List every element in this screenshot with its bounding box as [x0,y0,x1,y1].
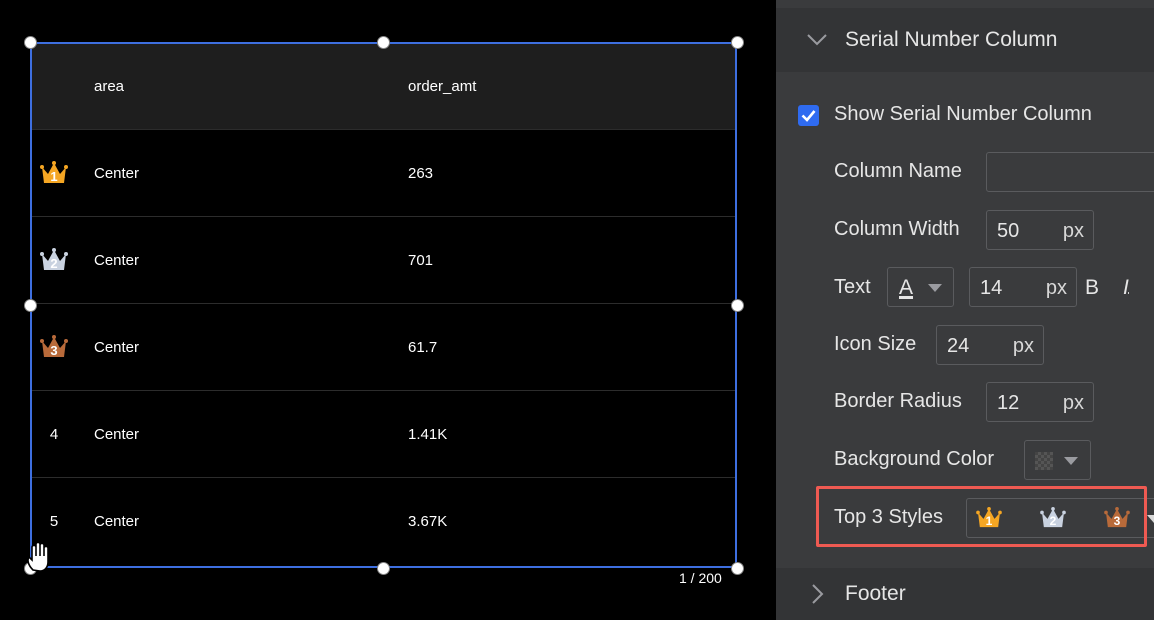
amount-cell: 263 [408,164,434,182]
header-area[interactable]: area [94,44,124,129]
icon-size-input[interactable]: 24 px [936,325,1044,365]
serial-number: 5 [49,513,59,530]
amount-cell: 61.7 [408,338,438,356]
highlight-annotation [816,486,1147,547]
section-title: Footer [845,582,906,605]
area-cell: Center [94,251,140,269]
table-row: 5 Center 3.67K [32,478,735,565]
checkmark-icon [801,110,816,122]
settings-panel: Serial Number Column Show Serial Number … [776,0,1154,620]
text-color-picker[interactable]: A [887,267,954,307]
show-serial-label[interactable]: Show Serial Number Column [834,103,1092,126]
resize-handle-bottom[interactable] [377,562,390,575]
table-header: area order_amt [32,44,735,130]
dropdown-arrow-icon [1147,515,1154,523]
chevron-down-icon [807,34,827,46]
header-order-amt[interactable]: order_amt [408,44,476,129]
gold-crown-icon: 1 [40,161,68,185]
show-serial-checkbox[interactable] [798,105,819,126]
border-radius-input[interactable]: 12 px [986,382,1094,422]
text-label: Text [834,276,871,298]
italic-button[interactable]: I [1123,276,1129,300]
amount-cell: 1.41K [408,425,448,443]
text-color-icon: A [899,276,914,299]
footer-section-header[interactable]: Footer [776,568,1154,620]
column-width-value: 50 [997,220,1020,242]
pagination-indicator[interactable]: 1 / 200 [679,570,722,586]
area-cell: Center [94,338,140,356]
section-title: Serial Number Column [845,28,1058,51]
area-cell: Center [94,164,140,182]
silver-crown-icon: 2 [40,248,68,272]
transparent-swatch-icon [1035,452,1053,470]
area-cell: Center [94,425,140,443]
resize-handle-top-right[interactable] [731,36,744,49]
table-row: 4 Center 1.41K [32,391,735,478]
table-row: 3 Center 61.7 [32,304,735,391]
column-width-label: Column Width [834,218,960,240]
bronze-crown-icon: 3 [40,335,68,359]
table-row: 2 Center 701 [32,217,735,304]
serial-cell: 1 [32,130,76,216]
serial-number: 4 [49,425,59,443]
rank-number: 1 [50,169,58,184]
rank-number: 3 [50,343,58,358]
resize-handle-bottom-right[interactable] [731,562,744,575]
resize-handle-top-left[interactable] [24,36,37,49]
background-color-picker[interactable] [1024,440,1091,480]
dropdown-arrow-icon [1064,457,1078,465]
border-radius-value: 12 [997,392,1020,414]
text-size-unit: px [1045,277,1067,299]
column-name-input[interactable] [986,152,1154,192]
serial-section-header[interactable]: Serial Number Column [776,8,1154,72]
table-widget[interactable]: area order_amt 1 Center 263 2 Center 701 [30,42,737,568]
table-row: 1 Center 263 [32,130,735,217]
amount-cell: 3.67K [408,513,448,530]
resize-handle-right[interactable] [731,299,744,312]
serial-cell: 3 [32,304,76,390]
area-cell: Center [94,513,140,530]
hand-cursor-icon [24,540,60,579]
icon-size-value: 24 [947,335,970,357]
icon-size-unit: px [1012,335,1034,357]
icon-size-label: Icon Size [834,333,917,355]
panel-top-strip [776,0,1154,8]
bold-button[interactable]: B [1085,276,1099,300]
dropdown-arrow-icon [928,284,942,292]
border-radius-label: Border Radius [834,390,962,412]
report-canvas: area order_amt 1 Center 263 2 Center 701 [0,0,776,620]
amount-cell: 701 [408,251,434,269]
border-radius-unit: px [1062,392,1084,414]
column-width-unit: px [1062,220,1084,242]
resize-handle-left[interactable] [24,299,37,312]
background-color-label: Background Color [834,448,995,470]
column-name-label: Column Name [834,160,962,182]
text-size-value: 14 [980,277,1003,299]
serial-cell: 2 [32,217,76,303]
resize-handle-top[interactable] [377,36,390,49]
serial-cell: 4 [32,391,76,477]
chevron-right-icon [812,584,824,604]
text-size-input[interactable]: 14 px [969,267,1077,307]
rank-number: 2 [50,256,58,271]
column-width-input[interactable]: 50 px [986,210,1094,250]
